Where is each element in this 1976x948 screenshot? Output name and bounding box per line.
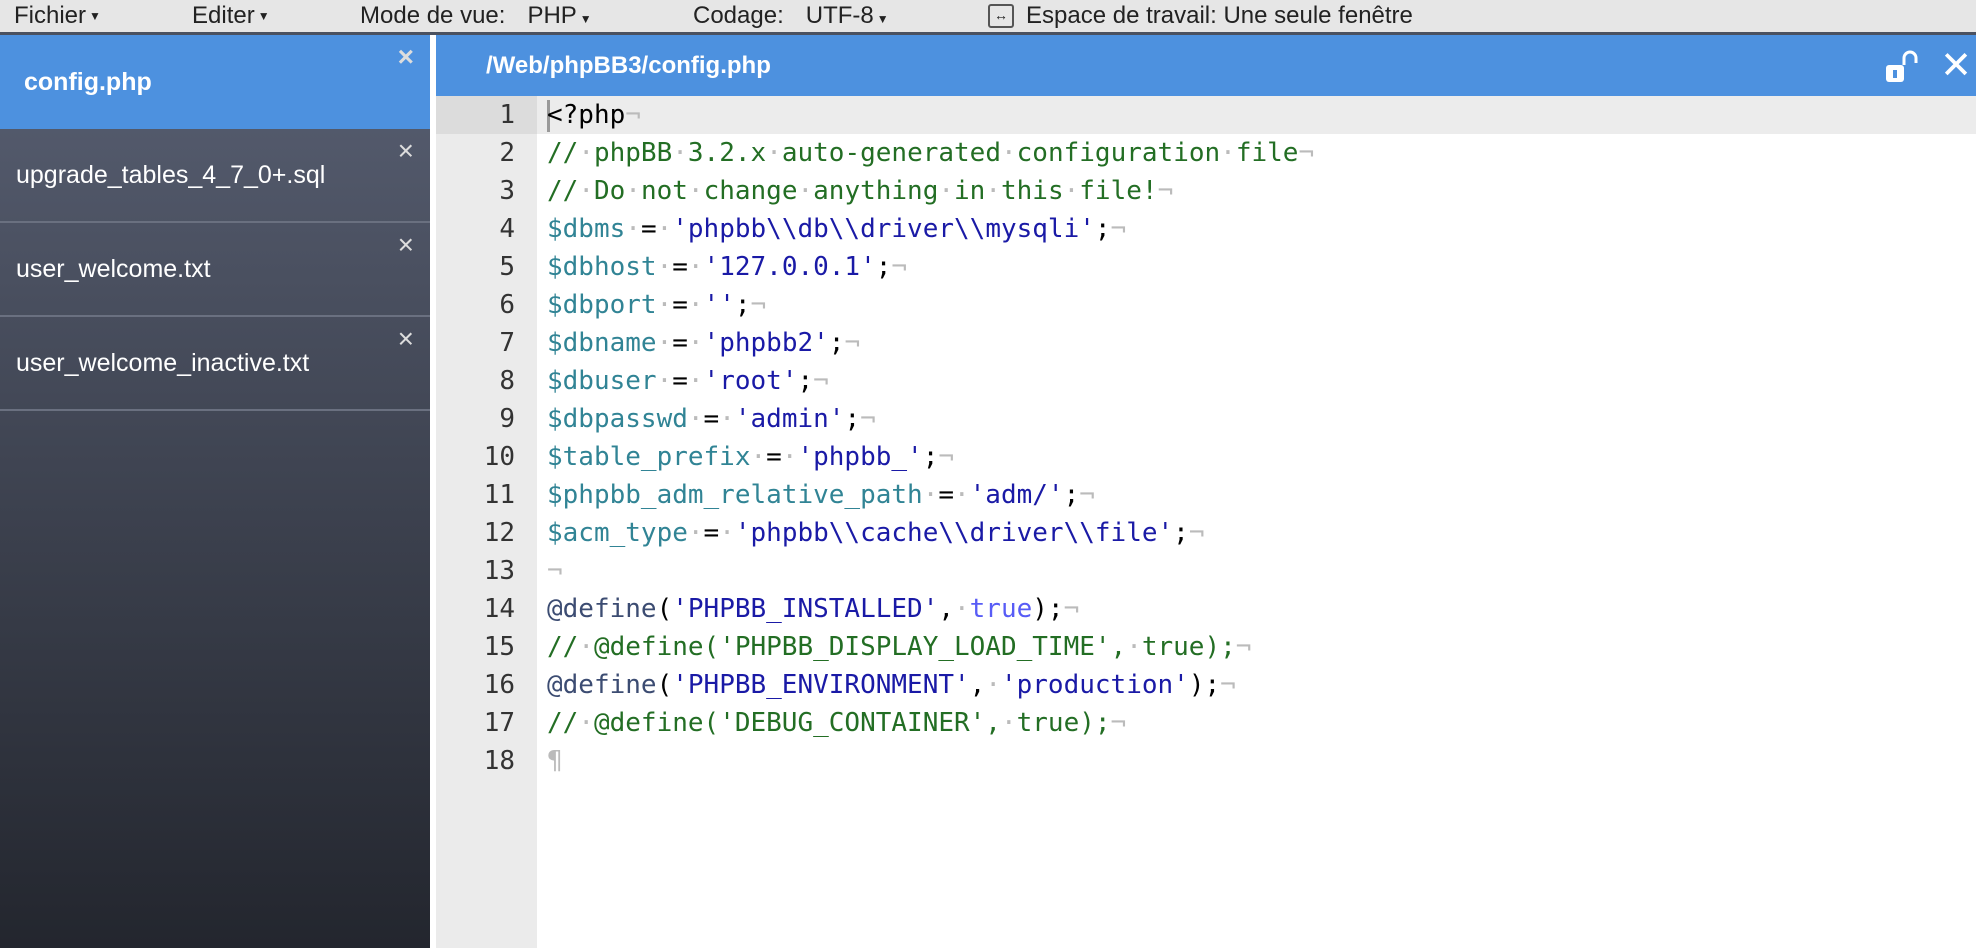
code-line[interactable]: $dbname·=·'phpbb2';¬ bbox=[537, 324, 1976, 362]
line-number: 7 bbox=[499, 328, 515, 358]
workspace-toggle[interactable]: ↔ Espace de travail: Une seule fenêtre bbox=[988, 0, 1413, 32]
file-tabs-sidebar: config.php × upgrade_tables_4_7_0+.sql × use… bbox=[0, 35, 430, 948]
encoding-select[interactable]: UTF-8 ▼ bbox=[806, 2, 889, 30]
line-number-gutter: 1 2 3 4 5 6 7 8 9 10 11 12 13 14 15 16 17 18 bbox=[436, 96, 537, 948]
resize-horizontal-icon: ↔ bbox=[988, 4, 1014, 28]
line-number: 10 bbox=[483, 442, 515, 472]
close-tab-icon[interactable]: × bbox=[398, 323, 414, 355]
view-mode: Mode de vue: PHP ▼ bbox=[360, 0, 592, 32]
file-tab[interactable]: config.php × bbox=[0, 35, 430, 129]
workspace-label: Espace de travail: Une seule fenêtre bbox=[1026, 2, 1413, 29]
code-area[interactable]: <?php¬//·phpBB·3.2.x·auto-generated·conf… bbox=[537, 96, 1976, 948]
file-menu[interactable]: Fichier ▼ bbox=[14, 0, 101, 32]
caret-down-icon: ▼ bbox=[579, 12, 592, 26]
file-tab[interactable]: user_welcome.txt × bbox=[0, 223, 430, 317]
encoding: Codage: UTF-8 ▼ bbox=[693, 0, 889, 32]
toolbar: Fichier ▼ Editer ▼ Mode de vue: PHP ▼ Codage… bbox=[0, 0, 1976, 35]
close-tab-icon[interactable]: × bbox=[398, 41, 414, 73]
close-editor-button[interactable]: ✕ bbox=[1940, 43, 1972, 88]
code-line[interactable]: ¶ bbox=[537, 742, 1976, 780]
line-number: 9 bbox=[499, 404, 515, 434]
encoding-value: UTF-8 bbox=[805, 2, 874, 29]
code-line[interactable]: $dbuser·=·'root';¬ bbox=[537, 362, 1976, 400]
encoding-label: Codage: bbox=[693, 2, 784, 29]
line-number: 17 bbox=[483, 708, 515, 738]
code-line[interactable]: <?php¬ bbox=[537, 96, 1976, 134]
code-line[interactable]: //·@define('DEBUG_CONTAINER',·true);¬ bbox=[537, 704, 1976, 742]
code-line[interactable]: $dbhost·=·'127.0.0.1';¬ bbox=[537, 248, 1976, 286]
line-number: 8 bbox=[499, 366, 515, 396]
unlock-icon[interactable] bbox=[1884, 49, 1920, 85]
code-line[interactable]: ¬ bbox=[537, 552, 1976, 590]
code-line[interactable]: $table_prefix·=·'phpbb_';¬ bbox=[537, 438, 1976, 476]
code-line[interactable]: $dbport·=·'';¬ bbox=[537, 286, 1976, 324]
editor-header: /Web/phpBB3/config.php ✕ bbox=[436, 35, 1976, 96]
view-mode-value: PHP bbox=[527, 2, 577, 29]
line-number: 4 bbox=[499, 214, 515, 244]
line-number: 13 bbox=[483, 556, 515, 586]
file-menu-label: Fichier bbox=[14, 2, 87, 29]
code-line[interactable]: @define('PHPBB_ENVIRONMENT',·'production… bbox=[537, 666, 1976, 704]
code-line[interactable]: $dbpasswd·=·'admin';¬ bbox=[537, 400, 1976, 438]
close-tab-icon[interactable]: × bbox=[398, 135, 414, 167]
file-tab-label: user_welcome.txt bbox=[16, 254, 211, 283]
edit-menu-label: Editer bbox=[192, 2, 255, 29]
code-line[interactable]: $acm_type·=·'phpbb\\cache\\driver\\file'… bbox=[537, 514, 1976, 552]
code-line[interactable]: $phpbb_adm_relative_path·=·'adm/';¬ bbox=[537, 476, 1976, 514]
line-number: 12 bbox=[483, 518, 515, 548]
file-tab[interactable]: upgrade_tables_4_7_0+.sql × bbox=[0, 129, 430, 223]
file-path: /Web/phpBB3/config.php bbox=[486, 51, 771, 79]
caret-down-icon: ▼ bbox=[89, 9, 101, 23]
line-number: 6 bbox=[499, 290, 515, 320]
code-line[interactable]: $dbms·=·'phpbb\\db\\driver\\mysqli';¬ bbox=[537, 210, 1976, 248]
line-number: 1 bbox=[436, 96, 537, 134]
file-tab-label: upgrade_tables_4_7_0+.sql bbox=[16, 160, 326, 189]
edit-menu[interactable]: Editer ▼ bbox=[192, 0, 270, 32]
code-line[interactable]: //·Do·not·change·anything·in·this·file!¬ bbox=[537, 172, 1976, 210]
file-tab-label: config.php bbox=[24, 67, 152, 96]
line-number: 18 bbox=[483, 746, 515, 776]
code-line[interactable]: @define('PHPBB_INSTALLED',·true);¬ bbox=[537, 590, 1976, 628]
line-number: 16 bbox=[483, 670, 515, 700]
code-editor[interactable]: /Web/phpBB3/config.php ✕ 1 2 3 4 5 6 7 8 9 10 11 12… bbox=[436, 35, 1976, 948]
line-number: 14 bbox=[483, 594, 515, 624]
file-tab[interactable]: user_welcome_inactive.txt × bbox=[0, 317, 430, 411]
line-number: 3 bbox=[499, 176, 515, 206]
caret-down-icon: ▼ bbox=[257, 9, 270, 23]
view-mode-label: Mode de vue: bbox=[360, 2, 506, 29]
file-tab-label: user_welcome_inactive.txt bbox=[16, 348, 310, 377]
line-number: 11 bbox=[483, 480, 515, 510]
close-tab-icon[interactable]: × bbox=[398, 229, 414, 261]
view-mode-select[interactable]: PHP ▼ bbox=[527, 2, 591, 30]
code-line[interactable]: //·@define('PHPBB_DISPLAY_LOAD_TIME',·tr… bbox=[537, 628, 1976, 666]
code-line[interactable]: //·phpBB·3.2.x·auto-generated·configurat… bbox=[537, 134, 1976, 172]
line-number: 2 bbox=[499, 138, 515, 168]
line-number: 15 bbox=[483, 632, 515, 662]
caret-down-icon: ▼ bbox=[876, 12, 889, 26]
line-number: 5 bbox=[499, 252, 515, 282]
